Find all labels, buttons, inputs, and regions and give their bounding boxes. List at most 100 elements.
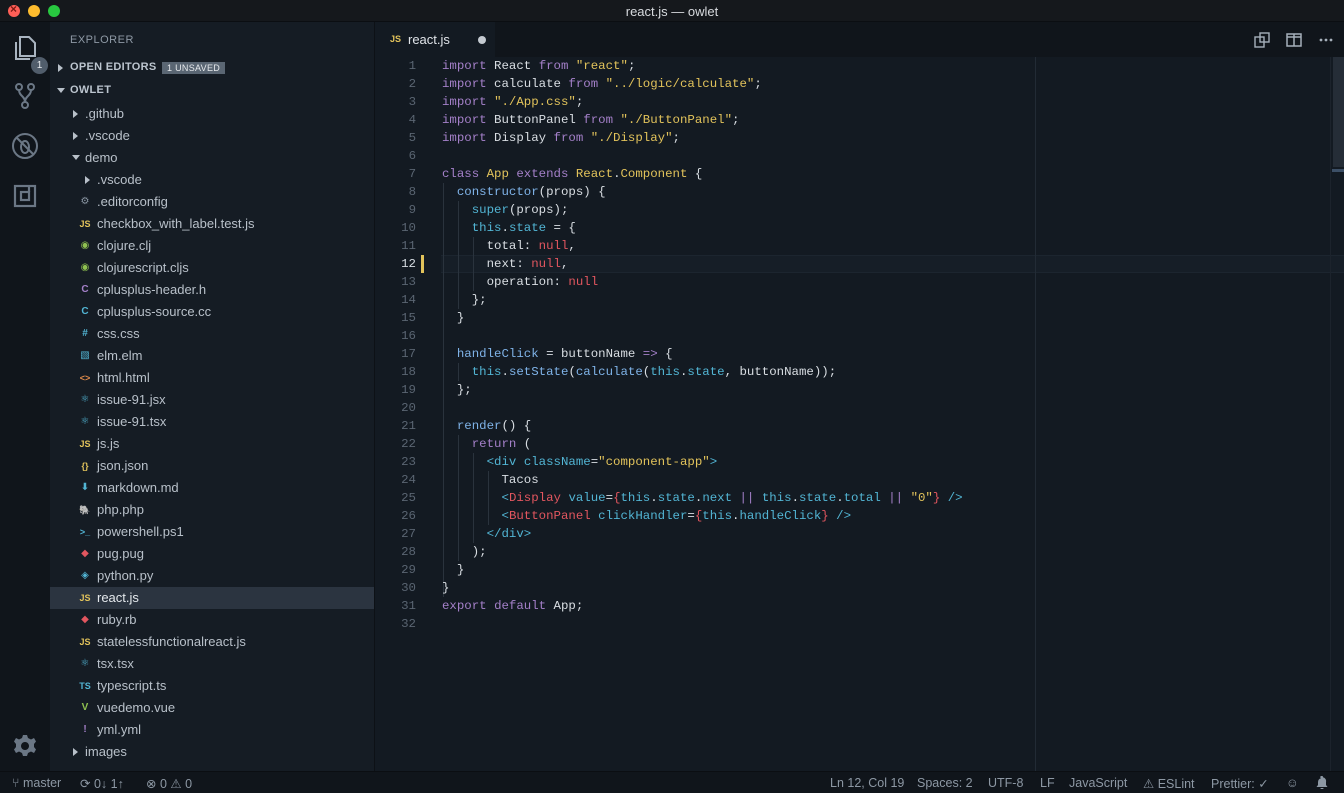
code-editor[interactable]: 1 import React from "react"; 2 import calcu…	[376, 57, 1344, 771]
folder-item[interactable]: demo	[50, 147, 374, 169]
code-line[interactable]: </div>	[442, 525, 532, 543]
line-number: 19	[401, 383, 416, 397]
code-line[interactable]: <Display value={this.state.next || this.…	[442, 489, 963, 507]
folder-item[interactable]: images	[50, 741, 374, 763]
file-type-icon: #	[82, 328, 88, 339]
file-item[interactable]: JS react.js	[50, 587, 374, 609]
feedback-smiley-icon[interactable]: ☺	[1286, 776, 1299, 790]
open-editors-section[interactable]: OPEN EDITORS 1 UNSAVED	[50, 57, 374, 79]
code-line[interactable]: export default App;	[442, 597, 583, 615]
code-line[interactable]: super(props);	[442, 201, 569, 219]
file-item[interactable]: Vvuedemo.vue	[50, 697, 374, 719]
activity-bar: 1	[0, 22, 50, 771]
code-line[interactable]: this.setState(calculate(this.state, butt…	[442, 363, 836, 381]
code-line[interactable]: }	[442, 309, 464, 327]
code-line[interactable]: import ButtonPanel from "./ButtonPanel";	[442, 111, 739, 129]
file-item[interactable]: ◈ python.py	[50, 565, 374, 587]
file-item[interactable]: ◆ ruby.rb	[50, 609, 374, 631]
line-number: 8	[408, 185, 416, 199]
code-line[interactable]: constructor(props) {	[442, 183, 606, 201]
line-ending[interactable]: LF	[1040, 776, 1055, 790]
code-line[interactable]: handleClick = buttonName => {	[442, 345, 673, 363]
file-item[interactable]: ⚛ issue-91.tsx	[50, 411, 374, 433]
code-line[interactable]: );	[442, 543, 487, 561]
file-item[interactable]: Ccplusplus-header.h	[50, 279, 374, 301]
file-item[interactable]: 🐘 php.php	[50, 499, 374, 521]
line-number: 28	[401, 545, 416, 559]
file-item[interactable]: ◉ clojurescript.cljs	[50, 257, 374, 279]
file-item[interactable]: <> html.html	[50, 367, 374, 389]
file-item[interactable]: JS statelessfunctionalreact.js	[50, 631, 374, 653]
extensions-icon[interactable]	[9, 180, 41, 212]
file-item[interactable]: TS typescript.ts	[50, 675, 374, 697]
code-line[interactable]: this.state = {	[442, 219, 576, 237]
file-item[interactable]: >_ powershell.ps1	[50, 521, 374, 543]
file-type-icon: ⚛	[80, 416, 90, 427]
folder-item[interactable]: .vscode	[50, 169, 374, 191]
code-line[interactable]: next: null,	[442, 255, 569, 273]
source-control-icon[interactable]	[9, 80, 41, 112]
file-type-icon: 🐘	[79, 505, 91, 515]
code-line[interactable]: render() {	[442, 417, 531, 435]
line-number: 13	[401, 275, 416, 289]
code-line[interactable]: }	[442, 579, 449, 597]
project-section[interactable]: OWLET	[50, 80, 374, 102]
more-actions-icon[interactable]	[1318, 32, 1334, 48]
file-item[interactable]: JS js.js	[50, 433, 374, 455]
code-line[interactable]: import React from "react";	[442, 57, 635, 75]
line-number: 17	[401, 347, 416, 361]
file-item[interactable]: ◆ pug.pug	[50, 543, 374, 565]
prettier-item[interactable]: Prettier: ✓	[1211, 776, 1269, 791]
code-line[interactable]: operation: null	[442, 273, 599, 291]
code-line[interactable]: import Display from "./Display";	[442, 129, 680, 147]
debug-icon[interactable]	[9, 130, 41, 162]
file-item[interactable]: Ccplusplus-source.cc	[50, 301, 374, 323]
code-line[interactable]: return (	[442, 435, 532, 453]
problems-item[interactable]: ⊗ 0 ⚠ 0	[146, 776, 192, 791]
file-item[interactable]: JS checkbox_with_label.test.js	[50, 213, 374, 235]
file-item[interactable]: # css.css	[50, 323, 374, 345]
line-number: 1	[408, 59, 416, 73]
tab-react-js[interactable]: JS react.js	[376, 22, 495, 57]
split-editor-icon[interactable]	[1286, 32, 1302, 48]
file-item[interactable]: ! yml.yml	[50, 719, 374, 741]
line-number: 15	[401, 311, 416, 325]
code-line[interactable]: }	[442, 561, 464, 579]
encoding[interactable]: UTF-8	[988, 776, 1023, 790]
cursor-position[interactable]: Ln 12, Col 19	[830, 776, 904, 790]
language-mode[interactable]: JavaScript	[1069, 776, 1127, 790]
unsaved-dot-icon[interactable]	[478, 36, 486, 44]
folder-item[interactable]: .github	[50, 103, 374, 125]
code-line[interactable]: class App extends React.Component {	[442, 165, 702, 183]
file-item[interactable]: ◉ clojure.clj	[50, 235, 374, 257]
code-line[interactable]: total: null,	[442, 237, 576, 255]
settings-gear-icon[interactable]	[9, 730, 41, 762]
file-item[interactable]: {} json.json	[50, 455, 374, 477]
code-line[interactable]: };	[442, 291, 487, 309]
code-line[interactable]: import calculate from "../logic/calculat…	[442, 75, 762, 93]
file-item[interactable]: ⚛ tsx.tsx	[50, 653, 374, 675]
open-changes-icon[interactable]	[1254, 32, 1270, 48]
line-number: 24	[401, 473, 416, 487]
code-line[interactable]: };	[442, 381, 472, 399]
file-item[interactable]: ⚙ .editorconfig	[50, 191, 374, 213]
vertical-scrollbar-thumb[interactable]	[1333, 57, 1344, 167]
code-line[interactable]: <ButtonPanel clickHandler={this.handleCl…	[442, 507, 852, 525]
file-type-icon: JS	[79, 439, 91, 449]
eslint-item[interactable]: ⚠ ESLint	[1143, 776, 1195, 791]
code-line[interactable]: import "./App.css";	[442, 93, 583, 111]
sync-item[interactable]: ⟳ 0↓ 1↑	[80, 776, 124, 791]
file-item[interactable]: ⚛ issue-91.jsx	[50, 389, 374, 411]
code-line[interactable]: <div className="component-app">	[442, 453, 718, 471]
file-item[interactable]: ⬇ markdown.md	[50, 477, 374, 499]
file-item[interactable]: ▧ elm.elm	[50, 345, 374, 367]
line-number: 12	[401, 257, 416, 271]
branch-item[interactable]: ⑂ master	[12, 776, 61, 790]
folder-item[interactable]: .vscode	[50, 125, 374, 147]
explorer-files-icon[interactable]: 1	[9, 32, 48, 74]
line-number: 32	[401, 617, 416, 631]
notifications-bell-icon[interactable]	[1316, 775, 1328, 792]
code-line[interactable]: Tacos	[442, 471, 538, 489]
line-number: 2	[408, 77, 416, 91]
indentation[interactable]: Spaces: 2	[917, 776, 973, 790]
